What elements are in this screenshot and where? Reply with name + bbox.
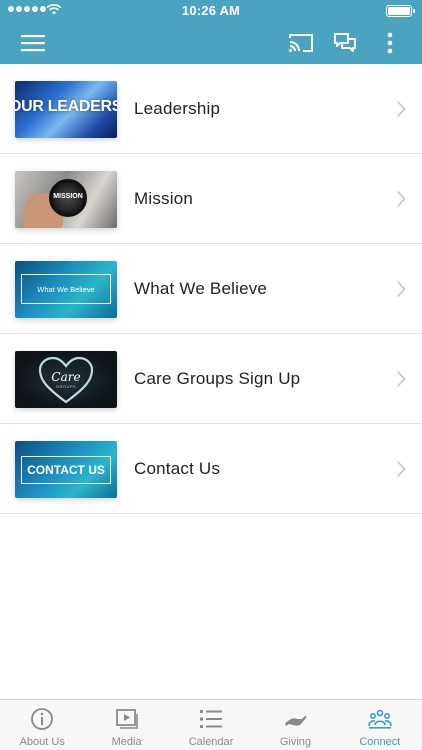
tab-media[interactable]: Media bbox=[84, 700, 168, 750]
chat-button[interactable] bbox=[330, 29, 360, 57]
more-button[interactable] bbox=[375, 29, 405, 57]
list-item-label: What We Believe bbox=[134, 279, 268, 298]
tab-connect[interactable]: Connect bbox=[338, 700, 422, 750]
top-bar: 10:26 AM bbox=[0, 0, 422, 64]
tab-bar: About Us Media Calendar Giving Connect bbox=[0, 699, 422, 750]
list-item-mission[interactable]: MISSION Mission bbox=[0, 154, 422, 244]
chat-icon bbox=[334, 33, 356, 52]
battery-icon bbox=[386, 5, 415, 17]
tab-giving[interactable]: Giving bbox=[253, 700, 337, 750]
thumbnail-text: Care bbox=[51, 370, 81, 384]
thumbnail-text: MISSION bbox=[53, 193, 83, 200]
list-item-label: Leadership bbox=[134, 99, 221, 118]
menu-button[interactable] bbox=[18, 29, 48, 57]
list-item-care-groups[interactable]: Care GROUPS Care Groups Sign Up bbox=[0, 334, 422, 424]
cast-button[interactable] bbox=[286, 29, 316, 57]
chevron-right-icon bbox=[396, 280, 406, 298]
cast-icon bbox=[288, 34, 313, 53]
list-icon bbox=[200, 710, 223, 728]
what-we-believe-thumbnail: What We Believe bbox=[15, 261, 117, 318]
giving-hand-icon bbox=[285, 715, 307, 726]
menu-icon bbox=[21, 35, 45, 52]
people-icon bbox=[368, 709, 392, 729]
chevron-right-icon bbox=[396, 190, 406, 208]
tab-label: Connect bbox=[359, 736, 401, 748]
more-vertical-icon bbox=[387, 32, 393, 54]
video-icon bbox=[115, 709, 138, 729]
chevron-right-icon bbox=[396, 460, 406, 478]
thumbnail-text: OUR LEADERSHIP bbox=[15, 98, 117, 115]
thumbnail-subtext: GROUPS bbox=[55, 384, 77, 389]
info-icon bbox=[31, 708, 54, 730]
chevron-right-icon bbox=[396, 370, 406, 388]
tab-about-us[interactable]: About Us bbox=[0, 700, 84, 750]
list-item-label: Care Groups Sign Up bbox=[134, 369, 301, 388]
list-item-what-we-believe[interactable]: What We Believe What We Believe bbox=[0, 244, 422, 334]
tab-calendar[interactable]: Calendar bbox=[169, 700, 253, 750]
thumbnail-text: CONTACT US bbox=[21, 456, 111, 484]
tab-label: Media bbox=[111, 736, 142, 748]
leadership-thumbnail: OUR LEADERSHIP bbox=[15, 81, 117, 138]
list-item-contact-us[interactable]: CONTACT US Contact Us bbox=[0, 424, 422, 514]
care-groups-thumbnail: Care GROUPS bbox=[15, 351, 117, 408]
status-bar: 10:26 AM bbox=[0, 0, 422, 22]
tab-label: Giving bbox=[279, 736, 312, 748]
list-item-label: Mission bbox=[134, 189, 194, 208]
status-time: 10:26 AM bbox=[181, 3, 241, 18]
tab-label: About Us bbox=[19, 736, 65, 748]
list-item-leadership[interactable]: OUR LEADERSHIP Leadership bbox=[0, 64, 422, 154]
menu-list: OUR LEADERSHIP Leadership MISSION Missio… bbox=[0, 64, 422, 514]
nav-bar bbox=[0, 22, 422, 64]
thumbnail-text: What We Believe bbox=[21, 274, 111, 304]
contact-us-thumbnail: CONTACT US bbox=[15, 441, 117, 498]
mission-thumbnail: MISSION bbox=[15, 171, 117, 228]
chevron-right-icon bbox=[396, 100, 406, 118]
list-item-label: Contact Us bbox=[134, 459, 221, 478]
tab-label: Calendar bbox=[188, 736, 234, 748]
